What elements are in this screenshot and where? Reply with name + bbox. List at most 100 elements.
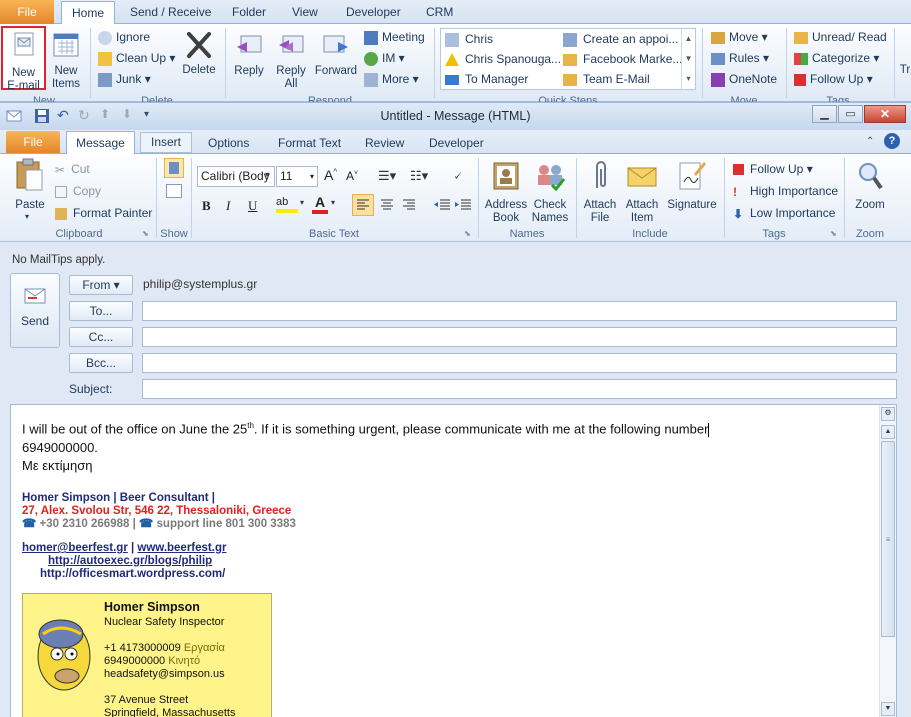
align-right-button[interactable] xyxy=(399,195,419,218)
font-name-dropdown-icon[interactable]: ▾ xyxy=(265,170,269,179)
quick-step-chris-spanougakis[interactable]: Chris Spanouga... xyxy=(445,49,561,69)
show-from-button[interactable] xyxy=(164,158,184,178)
font-name-select[interactable]: Calibri (Body xyxy=(197,166,275,187)
grow-font-icon[interactable]: A^ xyxy=(324,167,337,183)
high-importance-button[interactable]: ! High Importance xyxy=(733,181,838,201)
delete-button[interactable]: Delete xyxy=(178,28,220,88)
align-left-button[interactable] xyxy=(352,194,374,216)
categorize-button[interactable]: Categorize ▾ xyxy=(794,48,879,68)
dialog-launcher-icon[interactable]: ⬊ xyxy=(830,229,837,238)
up-arrow-icon[interactable]: ⬆ xyxy=(100,107,110,121)
quick-step-to-manager[interactable]: To Manager xyxy=(445,69,528,89)
help-icon[interactable]: ? xyxy=(884,133,900,149)
quick-step-create-appointment[interactable]: Create an appoi... xyxy=(563,29,678,49)
cc-button[interactable]: Cc... xyxy=(69,327,133,347)
tab-format-text[interactable]: Format Text xyxy=(278,136,341,150)
dialog-launcher-icon[interactable]: ⬊ xyxy=(464,229,471,238)
main-file-tab[interactable]: File xyxy=(0,0,54,24)
scroll-down-icon[interactable]: ▼ xyxy=(881,702,895,716)
undo-icon[interactable]: ↶ xyxy=(57,107,69,124)
scroll-options-icon[interactable]: ⚙ xyxy=(881,407,895,421)
junk-button[interactable]: Junk ▾ xyxy=(98,69,151,89)
minimize-button[interactable]: ▁ xyxy=(812,105,837,123)
signature-blog2-link[interactable]: http://officesmart.wordpress.com/ xyxy=(40,568,225,581)
cc-field[interactable] xyxy=(142,327,897,347)
main-tab-crm[interactable]: CRM xyxy=(426,4,453,24)
font-color-button[interactable]: A xyxy=(312,194,328,214)
signature-button[interactable]: Signature xyxy=(664,158,720,224)
italic-button[interactable]: I xyxy=(226,198,230,214)
copy-button[interactable]: Copy xyxy=(55,181,101,201)
quick-step-facebook[interactable]: Facebook Marke... xyxy=(563,49,682,69)
main-tab-folder[interactable]: Folder xyxy=(232,4,266,24)
highlight-button[interactable]: ab xyxy=(276,196,298,214)
qat-customize-icon[interactable]: ▾ xyxy=(144,109,149,120)
tab-message[interactable]: Message xyxy=(66,131,135,155)
rules-button[interactable]: Rules ▾ xyxy=(711,48,769,68)
send-button[interactable]: Send xyxy=(10,273,60,348)
body-scrollbar[interactable]: ⚙ ▲ ≡ ▼ xyxy=(879,405,896,717)
bullets-icon[interactable]: ☰▾ xyxy=(378,168,396,184)
subject-field[interactable] xyxy=(142,379,897,399)
tab-insert[interactable]: Insert xyxy=(140,132,192,153)
show-bcc-button[interactable] xyxy=(166,184,182,198)
font-color-dropdown-icon[interactable]: ▾ xyxy=(331,198,335,207)
maximize-button[interactable]: ▭ xyxy=(838,105,863,123)
bcc-button[interactable]: Bcc... xyxy=(69,353,133,373)
back-follow-up-button[interactable]: Follow Up ▾ xyxy=(794,69,873,89)
im-button[interactable]: IM ▾ xyxy=(364,48,405,68)
to-button[interactable]: To... xyxy=(69,301,133,321)
tab-review[interactable]: Review xyxy=(365,136,404,150)
dialog-launcher-icon[interactable]: ⬊ xyxy=(142,229,149,238)
paste-button[interactable]: Paste ▾ xyxy=(10,158,50,224)
signature-email-link[interactable]: homer@beerfest.gr xyxy=(22,542,128,554)
format-painter-button[interactable]: Format Painter xyxy=(55,203,152,223)
quick-steps-scroll[interactable]: ▲ ▼ ▾ xyxy=(681,29,695,89)
reply-button[interactable]: Reply xyxy=(230,28,268,88)
compose-file-tab[interactable]: File xyxy=(6,131,60,153)
main-tab-view[interactable]: View xyxy=(292,4,318,24)
tab-developer[interactable]: Developer xyxy=(429,136,484,150)
numbering-icon[interactable]: ☷▾ xyxy=(410,168,428,184)
main-tab-send-receive[interactable]: Send / Receive xyxy=(130,4,211,24)
cut-button[interactable]: ✂ Cut xyxy=(55,159,90,179)
main-tab-home[interactable]: Home xyxy=(61,1,116,25)
attach-file-button[interactable]: Attach File xyxy=(580,158,620,224)
reply-all-button[interactable]: Reply All xyxy=(272,28,310,90)
clean-up-button[interactable]: Clean Up ▾ xyxy=(98,48,175,68)
scroll-thumb[interactable]: ≡ xyxy=(881,441,895,637)
quick-step-team-email[interactable]: Team E-Mail xyxy=(563,69,650,89)
close-button[interactable]: ✕ xyxy=(864,105,906,123)
decrease-indent-button[interactable] xyxy=(432,195,452,218)
align-center-button[interactable] xyxy=(377,195,397,218)
bold-button[interactable]: B xyxy=(202,198,211,214)
address-book-button[interactable]: Address Book xyxy=(482,158,530,224)
underline-button[interactable]: U xyxy=(248,198,257,214)
zoom-button[interactable]: Zoom xyxy=(850,158,890,224)
collapse-ribbon-icon[interactable]: ⌃ xyxy=(866,136,874,147)
spelling-icon[interactable]: 🗸 xyxy=(453,168,462,184)
signature-site-link[interactable]: www.beerfest.gr xyxy=(137,542,226,554)
highlight-dropdown-icon[interactable]: ▾ xyxy=(300,198,304,207)
low-importance-button[interactable]: ⬇ Low Importance xyxy=(733,203,835,223)
bcc-field[interactable] xyxy=(142,353,897,373)
quick-step-chris[interactable]: Chris xyxy=(445,29,493,49)
shrink-font-icon[interactable]: A˅ xyxy=(346,169,358,183)
increase-indent-button[interactable] xyxy=(453,195,473,218)
scroll-up-icon[interactable]: ▲ xyxy=(881,425,895,439)
from-button[interactable]: From ▾ xyxy=(69,275,133,295)
unread-read-button[interactable]: Unread/ Read xyxy=(794,27,887,47)
new-email-button[interactable]: New E-mail xyxy=(1,26,46,92)
attach-item-button[interactable]: Attach Item xyxy=(622,158,662,224)
message-body[interactable]: I will be out of the office on June the … xyxy=(10,404,897,717)
down-arrow-icon[interactable]: ⬇ xyxy=(122,107,132,121)
main-tab-developer[interactable]: Developer xyxy=(346,4,401,24)
meeting-button[interactable]: Meeting xyxy=(364,27,425,47)
font-size-select[interactable]: 11 ▾ xyxy=(276,166,318,187)
to-field[interactable] xyxy=(142,301,897,321)
save-icon[interactable] xyxy=(34,108,50,124)
signature-blog-link[interactable]: http://autoexec.gr/blogs/philip xyxy=(48,555,212,568)
ignore-button[interactable]: Ignore xyxy=(98,27,150,47)
redo-icon[interactable]: ↻ xyxy=(78,107,90,124)
more-respond-button[interactable]: More ▾ xyxy=(364,69,419,89)
